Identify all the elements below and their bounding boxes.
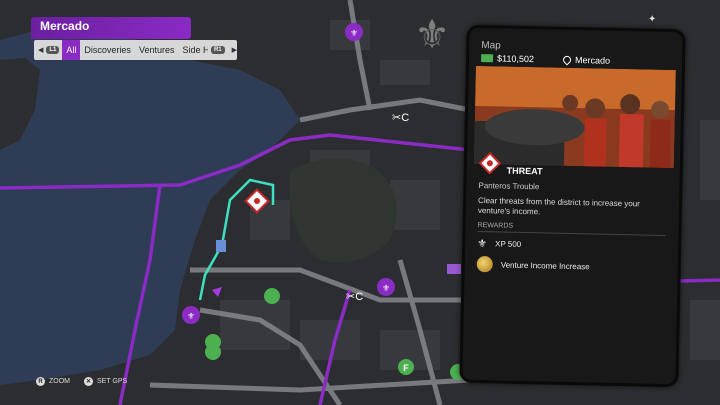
left-arrow-icon: ◀ bbox=[38, 47, 44, 54]
money-display: $110,502 bbox=[480, 53, 535, 65]
tab-discoveries[interactable]: Discoveries bbox=[80, 40, 135, 60]
r1-button-hint: R1 bbox=[210, 46, 225, 54]
reward-xp: ⚜ XP 500 bbox=[477, 237, 521, 251]
tab-ventures[interactable]: Ventures bbox=[135, 40, 179, 60]
wrench-c-icon[interactable]: ✂C bbox=[392, 112, 409, 124]
saints-fleur-icon[interactable]: ⚜ bbox=[345, 23, 363, 41]
mission-title: Panteros Trouble bbox=[478, 181, 540, 192]
phone-app-title: Map bbox=[481, 40, 501, 52]
set-gps-hint-label: SET GPS bbox=[97, 378, 128, 385]
set-gps-hint: ✕ SET GPS bbox=[84, 377, 127, 386]
location-pin-icon bbox=[561, 54, 573, 66]
right-arrow-icon: ▶ bbox=[231, 47, 237, 54]
green-hand-icon[interactable] bbox=[205, 344, 221, 360]
r-button-icon: R bbox=[36, 377, 45, 386]
svg-text:✂C: ✂C bbox=[392, 112, 409, 124]
purple-box-icon[interactable] bbox=[447, 264, 461, 274]
cross-button-icon: ✕ bbox=[84, 377, 93, 386]
zoom-hint: R ZOOM bbox=[36, 377, 70, 386]
green-hand-icon[interactable] bbox=[264, 288, 280, 304]
landmark-fleur-icon: ⚜ bbox=[414, 13, 450, 57]
fleur-de-lis-icon: ⚜ bbox=[477, 238, 488, 251]
svg-text:⚜: ⚜ bbox=[187, 311, 195, 321]
svg-text:✦: ✦ bbox=[648, 14, 656, 25]
mission-category: THREAT bbox=[506, 165, 543, 177]
location-display: Mercado bbox=[561, 54, 611, 66]
l1-button-hint: L1 bbox=[46, 46, 60, 54]
reward-venture-income-text: Venture Income Increase bbox=[500, 260, 590, 271]
zoom-hint-label: ZOOM bbox=[49, 378, 70, 385]
money-amount: $110,502 bbox=[496, 53, 535, 65]
reward-venture-income: Venture Income Increase bbox=[476, 256, 590, 274]
gold-coin-icon bbox=[476, 256, 493, 273]
rewards-label: REWARDS bbox=[477, 222, 514, 230]
saints-fleur-icon[interactable]: ⚜ bbox=[182, 306, 200, 324]
svg-text:⚜: ⚜ bbox=[414, 13, 450, 57]
wrench-c-icon[interactable]: ✂C bbox=[346, 291, 363, 303]
green-f-icon[interactable]: F bbox=[398, 359, 414, 375]
tab-side-hustles[interactable]: Side Hustles bbox=[178, 40, 207, 60]
location-name: Mercado bbox=[574, 55, 611, 66]
svg-text:⚜: ⚜ bbox=[350, 28, 358, 38]
phone-panel: Map $110,502 Mercado THREAT Panteros Tro… bbox=[459, 24, 686, 388]
cash-icon bbox=[480, 54, 494, 63]
mission-description: Clear threats from the district to incre… bbox=[477, 196, 640, 217]
tab-all[interactable]: All bbox=[62, 40, 81, 60]
svg-text:✂C: ✂C bbox=[346, 291, 363, 303]
filter-bar: ◀ L1 All Discoveries Ventures Side Hustl… bbox=[34, 40, 237, 60]
trophy-icon[interactable]: ✦ bbox=[648, 14, 656, 25]
blue-marker-icon[interactable] bbox=[216, 240, 226, 252]
rewards-divider bbox=[477, 231, 666, 236]
svg-text:⚜: ⚜ bbox=[382, 283, 390, 293]
svg-text:F: F bbox=[403, 363, 409, 373]
reward-xp-text: XP 500 bbox=[494, 239, 522, 249]
mission-preview-image bbox=[473, 65, 676, 169]
district-name: Mercado bbox=[40, 19, 90, 33]
threat-icon bbox=[478, 152, 502, 175]
saints-fleur-icon[interactable]: ⚜ bbox=[377, 278, 395, 296]
